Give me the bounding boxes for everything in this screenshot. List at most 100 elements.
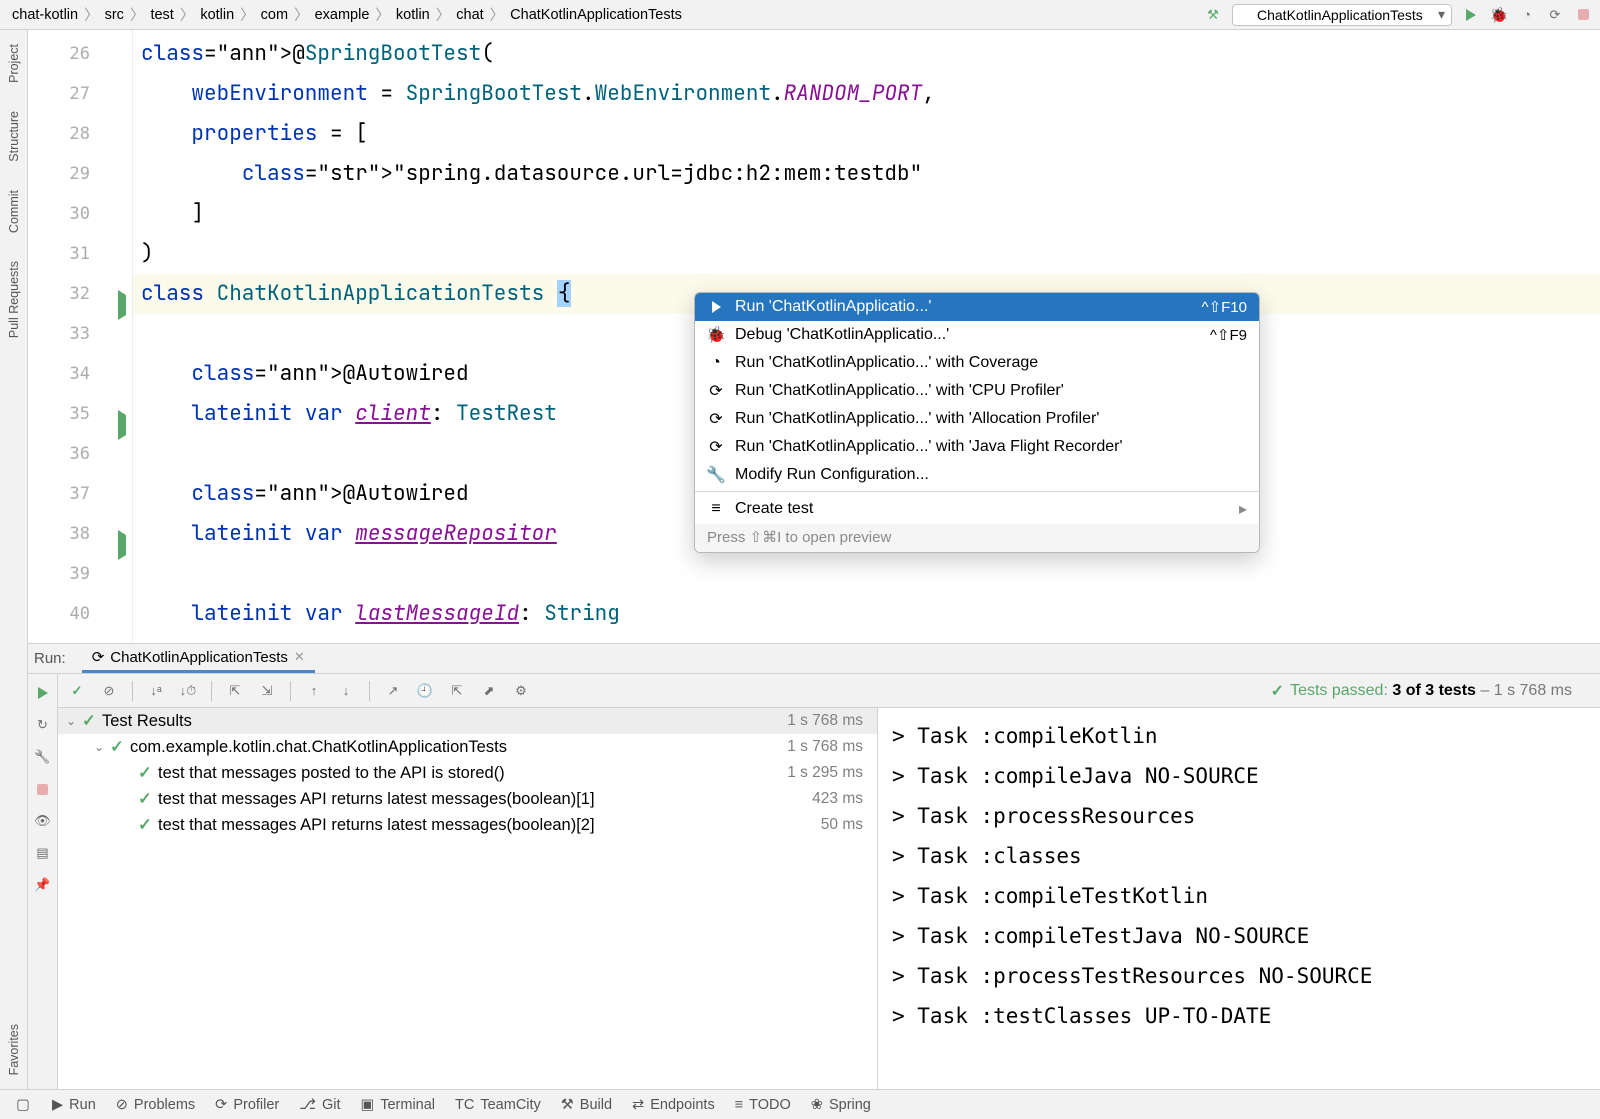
run-tab[interactable]: ⟳ ChatKotlinApplicationTests ✕: [82, 644, 315, 673]
breadcrumb-item[interactable]: com: [257, 5, 292, 25]
menu-item[interactable]: ◔Run 'ChatKotlinApplicatio...' with Cove…: [695, 349, 1259, 377]
gutter-line[interactable]: 32: [28, 274, 132, 314]
gutter-line[interactable]: 27: [28, 74, 132, 114]
gutter-line[interactable]: 37: [28, 474, 132, 514]
code-line[interactable]: ): [133, 234, 1600, 274]
profile-button[interactable]: ⟳: [1546, 6, 1564, 24]
breadcrumb-item[interactable]: test: [146, 5, 177, 25]
menu-item[interactable]: ⟳Run 'ChatKotlinApplicatio...' with 'Jav…: [695, 433, 1259, 461]
breadcrumb-item[interactable]: example: [311, 5, 374, 25]
history-icon[interactable]: 🕘: [416, 682, 434, 700]
menu-item[interactable]: 🐞Debug 'ChatKotlinApplicatio...'^⇧F9: [695, 321, 1259, 349]
gutter-line[interactable]: 40: [28, 594, 132, 634]
menu-item[interactable]: ⟳Run 'ChatKotlinApplicatio...' with 'All…: [695, 405, 1259, 433]
expand-all-icon[interactable]: ⇱: [226, 682, 244, 700]
gutter-line[interactable]: 41: [28, 634, 132, 643]
console-output[interactable]: > Task :compileKotlin > Task :compileJav…: [878, 708, 1600, 1089]
menu-item[interactable]: 🔧Modify Run Configuration...: [695, 461, 1259, 489]
breadcrumb-item[interactable]: kotlin: [196, 5, 238, 25]
run-gutter-icon[interactable]: [108, 405, 126, 423]
stripe-tab-structure[interactable]: Structure: [4, 97, 24, 176]
bottom-tab-problems[interactable]: ⊘Problems: [116, 1097, 195, 1113]
gutter-line[interactable]: 26: [28, 34, 132, 74]
sort-icon[interactable]: ↓ᵃ: [147, 682, 165, 700]
show-ignored-icon[interactable]: ⊘: [100, 682, 118, 700]
test-tree-row[interactable]: ⌄com.example.kotlin.chat.ChatKotlinAppli…: [58, 734, 877, 760]
gutter-line[interactable]: 39: [28, 554, 132, 594]
run-gutter-icon[interactable]: [108, 525, 126, 543]
bottom-tab-teamcity[interactable]: TCTeamCity: [455, 1097, 541, 1113]
menu-item[interactable]: Run 'ChatKotlinApplicatio...'^⇧F10: [695, 293, 1259, 321]
rerun-button[interactable]: [34, 684, 52, 702]
code-line[interactable]: properties = [: [133, 114, 1600, 154]
stripe-tab-pull-requests[interactable]: Pull Requests: [4, 247, 24, 352]
gutter-line[interactable]: 31: [28, 234, 132, 274]
export-icon[interactable]: ↗: [384, 682, 402, 700]
bottom-tab-endpoints[interactable]: ⇄Endpoints: [632, 1097, 715, 1113]
code-line[interactable]: class="ann">@SpringBootTest(: [133, 34, 1600, 74]
import-icon[interactable]: ⇱: [448, 682, 466, 700]
gutter-line[interactable]: 34: [28, 354, 132, 394]
settings-icon[interactable]: [512, 682, 530, 700]
gutter-line[interactable]: 28: [28, 114, 132, 154]
code-line[interactable]: webEnvironment = SpringBootTest.WebEnvir…: [133, 74, 1600, 114]
cover-icon: ◔: [707, 354, 725, 372]
sort-duration-icon[interactable]: ↓⏱: [179, 682, 197, 700]
code-line[interactable]: class="str">"spring.datasource.url=jdbc:…: [133, 154, 1600, 194]
test-tree-row[interactable]: test that messages API returns latest me…: [58, 812, 877, 838]
prev-icon[interactable]: ↑: [305, 682, 323, 700]
build-icon[interactable]: [1204, 6, 1222, 24]
bottom-tab-terminal[interactable]: ▣Terminal: [361, 1097, 436, 1113]
next-icon[interactable]: ↓: [337, 682, 355, 700]
breadcrumb-item[interactable]: src: [101, 5, 128, 25]
test-tree-row[interactable]: test that messages posted to the API is …: [58, 760, 877, 786]
stripe-tab-commit[interactable]: Commit: [4, 176, 24, 247]
bottom-tab-spring[interactable]: ❀Spring: [811, 1097, 871, 1113]
run-config-dropdown[interactable]: ChatKotlinApplicationTests: [1232, 4, 1452, 26]
breadcrumb-item[interactable]: kotlin: [392, 5, 434, 25]
pin-button[interactable]: 📌: [34, 876, 52, 894]
test-tree-row[interactable]: test that messages API returns latest me…: [58, 786, 877, 812]
bottom-tab-git[interactable]: ⎇Git: [299, 1097, 340, 1113]
code-line[interactable]: ]: [133, 194, 1600, 234]
stripe-tab-favorites[interactable]: Favorites: [4, 1010, 24, 1089]
close-icon[interactable]: ✕: [294, 649, 305, 665]
tool-windows-icon[interactable]: ▢: [14, 1096, 32, 1114]
collapse-all-icon[interactable]: ⇲: [258, 682, 276, 700]
bottom-tab-build[interactable]: ⚒Build: [561, 1097, 612, 1113]
code-line[interactable]: [133, 634, 1600, 643]
gutter-line[interactable]: 35: [28, 394, 132, 434]
breadcrumb-item[interactable]: chat: [452, 5, 487, 25]
coverage-button[interactable]: ◔: [1518, 6, 1536, 24]
gutter-line[interactable]: 29: [28, 154, 132, 194]
layout-button[interactable]: ▤: [34, 844, 52, 862]
gutter-line[interactable]: 33: [28, 314, 132, 354]
test-tree[interactable]: ⌄Test Results1 s 768 ms⌄com.example.kotl…: [58, 708, 878, 1089]
code-line[interactable]: [133, 554, 1600, 594]
show-button[interactable]: 👁: [34, 812, 52, 830]
gutter-line[interactable]: 30: [28, 194, 132, 234]
menu-item[interactable]: ≡Create test▸: [695, 494, 1259, 524]
bottom-tab-profiler[interactable]: ⟳Profiler: [215, 1097, 279, 1113]
navigation-bar: chat-kotlin〉src〉test〉kotlin〉com〉example〉…: [0, 0, 1600, 30]
code-line[interactable]: lateinit var lastMessageId: String: [133, 594, 1600, 634]
gutter-line[interactable]: 38: [28, 514, 132, 554]
gutter[interactable]: 26272829303132333435363738394041: [28, 30, 133, 643]
bottom-tab-todo[interactable]: ≡TODO: [735, 1097, 791, 1113]
gutter-line[interactable]: 36: [28, 434, 132, 474]
bottom-tab-run[interactable]: ▶Run: [52, 1097, 96, 1113]
show-passed-icon[interactable]: [68, 682, 86, 700]
debug-button[interactable]: 🐞: [1490, 6, 1508, 24]
open-icon[interactable]: ⬈: [480, 682, 498, 700]
breadcrumb-item[interactable]: ChatKotlinApplicationTests: [506, 5, 686, 25]
test-tree-row[interactable]: ⌄Test Results1 s 768 ms: [58, 708, 877, 734]
run-gutter-icon[interactable]: [108, 285, 126, 303]
breadcrumb-item[interactable]: chat-kotlin: [8, 5, 82, 25]
rerun-failed-button[interactable]: ↻: [34, 716, 52, 734]
run-button[interactable]: [1462, 6, 1480, 24]
stripe-tab-project[interactable]: Project: [4, 30, 24, 97]
menu-item[interactable]: ⟳Run 'ChatKotlinApplicatio...' with 'CPU…: [695, 377, 1259, 405]
toggle-auto-test-button[interactable]: [34, 748, 52, 766]
stop-button[interactable]: [1574, 6, 1592, 24]
stop-button-2[interactable]: [34, 780, 52, 798]
